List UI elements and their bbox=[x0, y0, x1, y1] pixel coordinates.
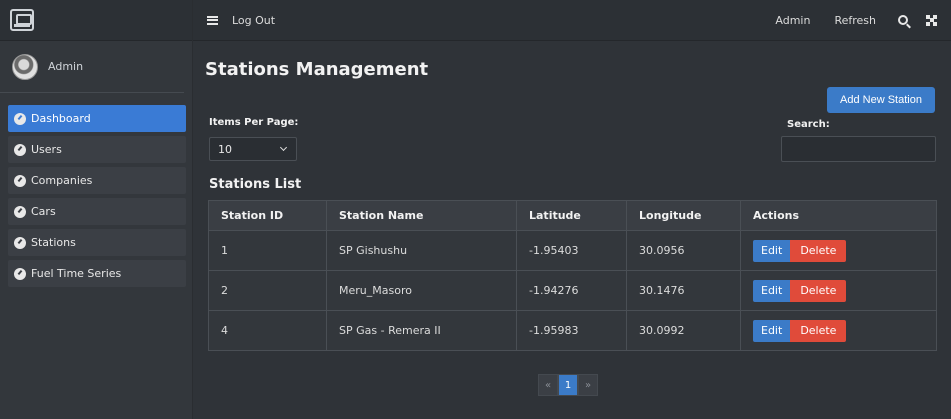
station-longitude: 30.0956 bbox=[626, 230, 741, 271]
delete-button[interactable]: Delete bbox=[790, 279, 847, 302]
row-actions: Edit Delete bbox=[740, 270, 937, 311]
items-per-page-label: Items Per Page: bbox=[209, 117, 299, 128]
column-header[interactable]: Station ID bbox=[208, 200, 327, 231]
station-id: 1 bbox=[208, 230, 327, 271]
edit-button[interactable]: Edit bbox=[753, 239, 791, 262]
column-header[interactable]: Longitude bbox=[626, 200, 741, 231]
station-name: SP Gishushu bbox=[326, 230, 517, 271]
tachometer-icon bbox=[14, 205, 26, 218]
table-row: 1 SP Gishushu -1.95403 30.0956 Edit Delet… bbox=[208, 230, 937, 271]
sidebar-item-companies[interactable]: Companies bbox=[8, 167, 186, 194]
sidebar-item-users[interactable]: Users bbox=[8, 136, 186, 163]
sidebar-nav: Dashboard Users Companies Cars Stations … bbox=[0, 105, 192, 287]
chevron-down-icon bbox=[279, 143, 288, 152]
sidebar-item-label: Dashboard bbox=[31, 112, 91, 125]
station-id: 2 bbox=[208, 270, 327, 311]
items-per-page-value: 10 bbox=[218, 142, 232, 156]
page-title: Stations Management bbox=[205, 59, 429, 80]
add-new-station-button[interactable]: Add New Station bbox=[827, 87, 935, 113]
main-content: Stations Management Add New Station Item… bbox=[193, 41, 951, 419]
items-per-page-select[interactable]: 10 bbox=[209, 137, 297, 161]
row-actions: Edit Delete bbox=[740, 310, 937, 351]
table-row: 4 SP Gas - Remera II -1.95983 30.0992 Ed… bbox=[208, 310, 937, 351]
sidebar-item-cars[interactable]: Cars bbox=[8, 198, 186, 225]
column-header: Actions bbox=[740, 200, 937, 231]
delete-button[interactable]: Delete bbox=[790, 319, 847, 342]
tachometer-icon bbox=[14, 112, 26, 125]
sidebar-item-stations[interactable]: Stations bbox=[8, 229, 186, 256]
sidebar-item-dashboard[interactable]: Dashboard bbox=[8, 105, 186, 132]
table-row: 2 Meru_Masoro -1.94276 30.1476 Edit Delet… bbox=[208, 270, 937, 311]
station-latitude: -1.94276 bbox=[516, 270, 627, 311]
column-header[interactable]: Latitude bbox=[516, 200, 627, 231]
sidebar: Admin Dashboard Users Companies Cars Sta… bbox=[0, 0, 193, 419]
tachometer-icon bbox=[14, 267, 26, 280]
search-input[interactable] bbox=[781, 136, 936, 162]
app-window: Admin Dashboard Users Companies Cars Sta… bbox=[0, 0, 951, 419]
edit-button[interactable]: Edit bbox=[753, 319, 791, 342]
stations-list-title: Stations List bbox=[209, 177, 302, 192]
brand bbox=[0, 0, 192, 41]
pagination-next[interactable]: » bbox=[578, 374, 598, 396]
column-header[interactable]: Station Name bbox=[326, 200, 517, 231]
admin-link[interactable]: Admin bbox=[775, 14, 810, 27]
search-label: Search: bbox=[787, 119, 830, 130]
station-latitude: -1.95983 bbox=[516, 310, 627, 351]
fullscreen-icon[interactable] bbox=[926, 14, 937, 26]
tachometer-icon bbox=[14, 174, 26, 187]
logout-link[interactable]: Log Out bbox=[232, 14, 275, 27]
edit-button[interactable]: Edit bbox=[753, 279, 791, 302]
refresh-link[interactable]: Refresh bbox=[834, 14, 876, 27]
hamburger-menu-icon[interactable] bbox=[207, 15, 218, 25]
sidebar-item-label: Companies bbox=[31, 174, 93, 187]
tachometer-icon bbox=[14, 236, 26, 249]
station-name: Meru_Masoro bbox=[326, 270, 517, 311]
pagination: « 1 » bbox=[538, 374, 598, 396]
sidebar-item-label: Cars bbox=[31, 205, 56, 218]
station-latitude: -1.95403 bbox=[516, 230, 627, 271]
search-icon[interactable] bbox=[898, 15, 908, 25]
pagination-page[interactable]: 1 bbox=[558, 374, 578, 396]
sidebar-item-label: Fuel Time Series bbox=[31, 267, 122, 280]
station-name: SP Gas - Remera II bbox=[326, 310, 517, 351]
pagination-prev[interactable]: « bbox=[538, 374, 558, 396]
sidebar-item-label: Users bbox=[31, 143, 62, 156]
top-right-actions: Admin Refresh bbox=[751, 14, 951, 27]
row-actions: Edit Delete bbox=[740, 230, 937, 271]
avatar bbox=[12, 53, 38, 80]
sidebar-item-fuel-time-series[interactable]: Fuel Time Series bbox=[8, 260, 186, 287]
user-panel: Admin bbox=[0, 41, 184, 93]
tachometer-icon bbox=[14, 143, 26, 156]
delete-button[interactable]: Delete bbox=[790, 239, 847, 262]
station-longitude: 30.0992 bbox=[626, 310, 741, 351]
stations-table: Station ID Station Name Latitude Longitu… bbox=[208, 200, 937, 351]
top-navbar: Log Out Admin Refresh bbox=[193, 0, 951, 41]
station-longitude: 30.1476 bbox=[626, 270, 741, 311]
user-name: Admin bbox=[48, 60, 84, 73]
table-header-row: Station ID Station Name Latitude Longitu… bbox=[208, 200, 937, 231]
station-id: 4 bbox=[208, 310, 327, 351]
car-logo-icon[interactable] bbox=[10, 9, 34, 31]
sidebar-item-label: Stations bbox=[31, 236, 76, 249]
